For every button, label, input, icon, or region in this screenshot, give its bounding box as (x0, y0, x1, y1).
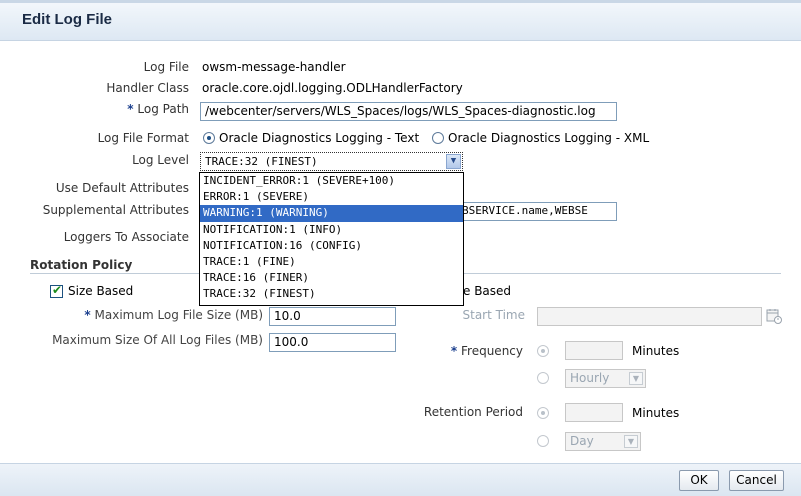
dialog-title: Edit Log File (22, 11, 112, 28)
chevron-down-icon[interactable]: ▼ (624, 435, 638, 448)
log-level-option[interactable]: NOTIFICATION:1 (INFO) (200, 222, 463, 238)
retention-period-label: Retention Period (423, 405, 523, 419)
log-level-option-highlighted[interactable]: WARNING:1 (WARNING) (200, 205, 463, 222)
required-marker: * (127, 102, 134, 116)
chevron-down-icon[interactable]: ▼ (446, 154, 461, 169)
chevron-down-icon[interactable]: ▼ (629, 372, 643, 385)
required-marker: * (84, 308, 91, 322)
start-time-input[interactable] (537, 307, 762, 326)
cancel-button[interactable]: Cancel (729, 470, 784, 491)
time-based-label: e Based (463, 284, 512, 298)
frequency-interval-select[interactable]: Hourly ▼ (565, 369, 646, 388)
max-size-all-input[interactable]: 100.0 (269, 333, 396, 352)
retention-interval-select[interactable]: Day ▼ (565, 432, 641, 451)
frequency-label-text: Frequency (461, 344, 523, 358)
format-xml-radio[interactable] (432, 132, 444, 144)
format-text-label: Oracle Diagnostics Logging - Text (219, 131, 420, 145)
retention-minutes-radio[interactable] (537, 407, 549, 419)
dialog-titlebar: Edit Log File (0, 0, 801, 41)
supplemental-attributes-input[interactable]: BSERVICE.name,WEBSE (459, 202, 617, 221)
log-level-select[interactable]: TRACE:32 (FINEST) ▼ (200, 152, 463, 171)
format-text-radio[interactable] (203, 132, 215, 144)
frequency-label: * Frequency (451, 344, 523, 358)
log-level-option[interactable]: TRACE:16 (FINER) (200, 270, 463, 286)
log-level-option[interactable]: NOTIFICATION:16 (CONFIG) (200, 238, 463, 254)
handler-class-value: oracle.core.ojdl.logging.ODLHandlerFacto… (202, 81, 463, 95)
ok-button[interactable]: OK (679, 470, 719, 491)
retention-minutes-input[interactable] (565, 403, 623, 422)
start-time-label: Start Time (462, 308, 526, 322)
titlebar-top-edge (0, 0, 801, 3)
dialog-footer: OK Cancel (0, 463, 801, 496)
log-level-option[interactable]: TRACE:1 (FINE) (200, 254, 463, 270)
log-path-label: * Log Path (127, 102, 189, 116)
max-log-file-size-label: * Maximum Log File Size (MB) (84, 308, 263, 322)
max-log-file-size-input[interactable]: 10.0 (269, 307, 396, 326)
loggers-to-associate-label: Loggers To Associate (63, 230, 189, 244)
frequency-interval-radio[interactable] (537, 372, 549, 384)
frequency-interval-value: Hourly (570, 371, 610, 385)
checkmark-icon: ✔ (52, 283, 63, 297)
log-level-option[interactable]: INCIDENT_ERROR:1 (SEVERE+100) (200, 173, 463, 189)
max-size-all-label: Maximum Size Of All Log Files (MB) (52, 333, 263, 347)
use-default-attributes-label: Use Default Attributes (55, 181, 189, 195)
retention-interval-value: Day (570, 434, 594, 448)
required-marker: * (450, 344, 458, 358)
calendar-icon[interactable] (766, 308, 782, 324)
rotation-policy-title: Rotation Policy (30, 258, 133, 272)
log-level-selected-value: TRACE:32 (FINEST) (205, 155, 318, 168)
log-level-label: Log Level (132, 153, 189, 167)
size-based-checkbox[interactable]: ✔ (50, 283, 63, 298)
log-path-input[interactable]: /webcenter/servers/WLS_Spaces/logs/WLS_S… (200, 102, 617, 121)
frequency-minutes-input[interactable] (565, 341, 623, 360)
handler-class-label: Handler Class (106, 81, 189, 95)
max-log-file-size-label-text: Maximum Log File Size (MB) (94, 308, 263, 322)
log-file-format-label: Log File Format (97, 131, 189, 145)
frequency-minutes-radio[interactable] (537, 345, 549, 357)
log-level-option[interactable]: TRACE:32 (FINEST) (200, 286, 463, 302)
log-level-option[interactable]: ERROR:1 (SEVERE) (200, 189, 463, 205)
retention-interval-radio[interactable] (537, 435, 549, 447)
retention-minutes-unit: Minutes (632, 406, 680, 420)
log-level-dropdown-list: INCIDENT_ERROR:1 (SEVERE+100) ERROR:1 (S… (199, 172, 464, 306)
format-xml-label: Oracle Diagnostics Logging - XML (448, 131, 650, 145)
supplemental-attributes-label: Supplemental Attributes (42, 203, 189, 217)
log-file-label: Log File (143, 60, 189, 74)
frequency-minutes-unit: Minutes (632, 344, 680, 358)
size-based-label: Size Based (68, 284, 134, 298)
edit-log-file-dialog: Edit Log File Log File owsm-message-hand… (0, 0, 801, 496)
log-file-value: owsm-message-handler (202, 60, 346, 74)
log-path-label-text: Log Path (137, 102, 189, 116)
